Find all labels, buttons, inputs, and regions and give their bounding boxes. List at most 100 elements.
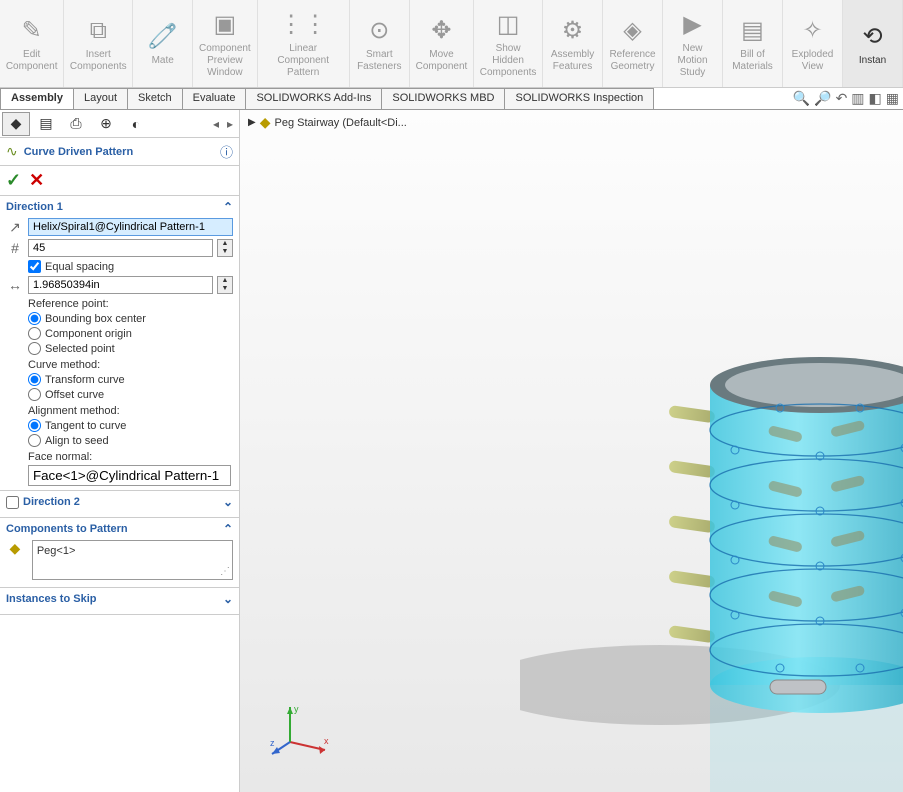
ok-button[interactable]: ✓ [6,170,21,191]
ribbon-bom[interactable]: ▤Bill ofMaterials [723,0,783,87]
equal-spacing-checkbox[interactable] [28,260,41,273]
view-orientation-triad[interactable]: x y z [270,702,330,762]
svg-text:y: y [294,704,299,714]
tab-inspection[interactable]: SOLIDWORKS Inspection [504,88,654,109]
panel-nav: ◂ ▸ [209,117,237,131]
panel-tab-dimxpert[interactable]: ⊕ [92,112,120,136]
curve-pattern-icon: ∿ [6,143,18,160]
edit-component-icon: ✎ [22,15,42,47]
preview-window-icon: ▣ [214,9,237,41]
ribbon-instant3d[interactable]: ⟲Instan [843,0,903,87]
radio-offset-curve[interactable] [28,388,41,401]
resize-handle-icon[interactable]: ⋰ [220,566,230,577]
spacing-spinner[interactable]: ▲▼ [217,276,233,294]
ribbon-linear-pattern[interactable]: ⋮⋮Linear ComponentPattern [258,0,350,87]
tab-evaluate[interactable]: Evaluate [182,88,247,109]
radio-selected-point[interactable] [28,342,41,355]
instances-spinner[interactable]: ▲▼ [217,239,233,257]
reverse-direction-icon[interactable]: ↗ [6,219,24,236]
ribbon-assembly-features[interactable]: ⚙AssemblyFeatures [543,0,603,87]
panel-tab-display[interactable]: ◐ [122,112,150,136]
ref-geometry-icon: ◈ [623,15,641,47]
panel-tab-feature[interactable]: ◆ [2,112,30,136]
component-icon: ◆ [6,540,24,557]
pm-header: ∿ Curve Driven Pattern ⓘ [0,138,239,166]
spacing-icon: ↔ [6,277,24,293]
instances-input[interactable] [28,239,213,257]
assembly-features-icon: ⚙ [562,15,584,47]
linear-pattern-icon: ⋮⋮ [279,9,327,41]
radio-component-origin[interactable] [28,327,41,340]
face-normal-input[interactable] [28,465,231,486]
ribbon-mate[interactable]: 🧷Mate [133,0,193,87]
section-header-components[interactable]: Components to Pattern ⌃ [6,522,233,536]
ribbon-toolbar: ✎EditComponent ⧉InsertComponents 🧷Mate ▣… [0,0,903,88]
ribbon-component-preview[interactable]: ▣ComponentPreviewWindow [193,0,257,87]
section-header-instances-skip[interactable]: Instances to Skip ⌄ [6,592,233,606]
panel-nav-prev-icon[interactable]: ◂ [209,117,223,131]
tab-sketch[interactable]: Sketch [127,88,183,109]
section-view-icon[interactable]: ▥ [851,90,864,107]
component-entry[interactable]: Peg<1> [37,545,228,557]
bom-icon: ▤ [741,15,764,47]
face-normal-label: Face normal: [28,451,233,463]
graphics-viewport[interactable]: ▶ ◆ Peg Stairway (Default<Di... [240,110,903,792]
help-icon[interactable]: ⓘ [220,142,233,161]
section-direction2: Direction 2 ⌄ [0,491,239,518]
instant3d-icon: ⟲ [862,21,882,53]
breadcrumb-text: Peg Stairway (Default<Di... [274,117,406,129]
ribbon-exploded-view[interactable]: ✧ExplodedView [783,0,843,87]
breadcrumb[interactable]: ▶ ◆ Peg Stairway (Default<Di... [248,114,407,131]
breadcrumb-expand-icon[interactable]: ▶ [248,117,256,128]
display-style-icon[interactable]: ▦ [886,90,899,107]
tab-addins[interactable]: SOLIDWORKS Add-Ins [245,88,382,109]
ribbon-motion-study[interactable]: ▶NewMotionStudy [663,0,723,87]
zoom-area-icon[interactable]: 🔎 [814,90,831,107]
direction1-curve-input[interactable] [28,218,233,236]
motion-study-icon: ▶ [683,9,701,41]
pm-title: Curve Driven Pattern [24,146,220,158]
direction2-enable-checkbox[interactable] [6,496,19,509]
radio-tangent-curve[interactable] [28,419,41,432]
spacing-input[interactable] [28,276,213,294]
panel-nav-next-icon[interactable]: ▸ [223,117,237,131]
tab-layout[interactable]: Layout [73,88,128,109]
radio-align-seed[interactable] [28,434,41,447]
section-header-direction1[interactable]: Direction 1 ⌃ [6,200,233,214]
svg-text:z: z [270,738,275,748]
move-icon: ✥ [431,15,451,47]
components-list-input[interactable]: Peg<1> ⋰ [32,540,233,580]
ribbon-smart-fasteners[interactable]: ⊙SmartFasteners [350,0,410,87]
fastener-icon: ⊙ [369,15,389,47]
equal-spacing-label: Equal spacing [45,261,114,273]
tab-assembly[interactable]: Assembly [0,88,74,109]
panel-tab-property[interactable]: ▤ [32,112,60,136]
tab-mbd[interactable]: SOLIDWORKS MBD [381,88,505,109]
ribbon-move-component[interactable]: ✥MoveComponent [410,0,474,87]
chevron-up-icon: ⌃ [223,200,233,214]
ribbon-show-hidden[interactable]: ◫ShowHiddenComponents [474,0,543,87]
ribbon-edit-component[interactable]: ✎EditComponent [0,0,64,87]
reference-point-label: Reference point: [28,298,233,310]
section-instances-skip: Instances to Skip ⌄ [0,588,239,615]
exploded-view-icon: ✧ [802,15,822,47]
panel-tab-config[interactable]: ⎙ [62,112,90,136]
zoom-fit-icon[interactable]: 🔍 [793,90,810,107]
insert-components-icon: ⧉ [90,15,107,47]
chevron-down-icon: ⌄ [223,592,233,606]
model-scene [520,230,903,792]
ribbon-insert-components[interactable]: ⧉InsertComponents [64,0,133,87]
radio-bounding-box[interactable] [28,312,41,325]
cancel-button[interactable]: ✕ [29,170,44,191]
section-components: Components to Pattern ⌃ ◆ Peg<1> ⋰ [0,518,239,588]
assembly-icon: ◆ [260,114,271,131]
radio-transform-curve[interactable] [28,373,41,386]
alignment-method-label: Alignment method: [28,405,233,417]
heads-up-view-toolbar: 🔍 🔎 ↶ ▥ ◧ ▦ [793,88,899,107]
view-orientation-icon[interactable]: ◧ [869,90,882,107]
previous-view-icon[interactable]: ↶ [836,90,848,107]
ribbon-reference-geometry[interactable]: ◈ReferenceGeometry [603,0,663,87]
section-header-direction2[interactable]: Direction 2 ⌄ [6,495,233,509]
show-hidden-icon: ◫ [497,9,520,41]
chevron-down-icon: ⌄ [223,495,233,509]
